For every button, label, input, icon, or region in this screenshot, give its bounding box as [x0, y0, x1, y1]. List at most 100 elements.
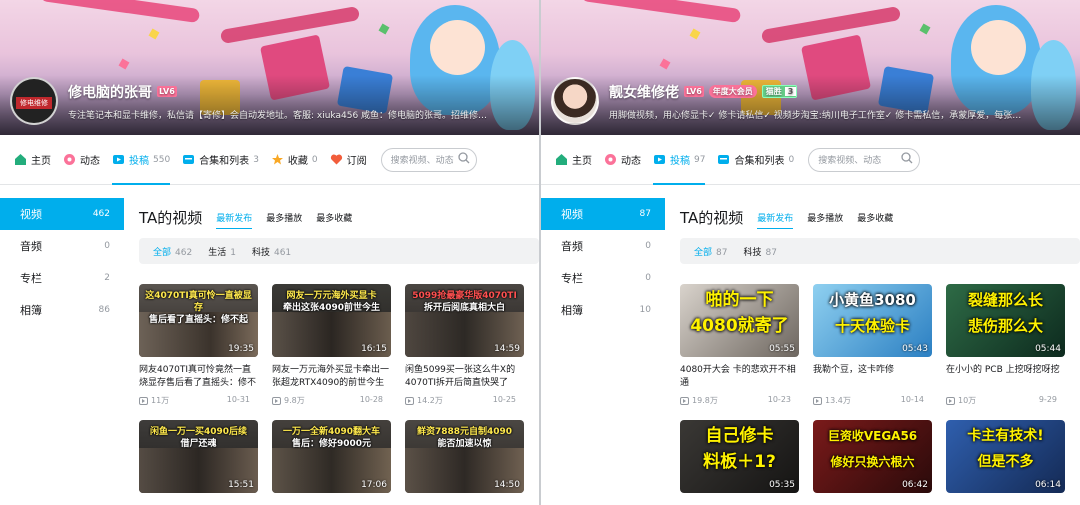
vip-badge: 年度大会员 — [708, 85, 757, 98]
tab-favorites[interactable]: 收藏 0 — [271, 135, 318, 185]
tab-uploads[interactable]: 投稿 550 — [112, 135, 171, 185]
left-main: TA的视频 最新发布 最多播放 最多收藏 全部 462 生活 1 科技 461 这40 — [124, 198, 539, 505]
tab-home[interactable]: 主页 — [14, 135, 51, 185]
home-icon — [14, 153, 27, 166]
filter-all[interactable]: 全部 462 — [153, 245, 192, 258]
category-filter: 全部 87 科技 87 — [680, 238, 1080, 264]
tab-collections[interactable]: 合集和列表 3 — [182, 135, 259, 185]
video-card[interactable]: 闲鱼一万一买4090后续 借尸还魂 15:51 — [139, 420, 258, 493]
video-card[interactable]: 鲜资7888元自制4090 能否加速以惊 14:50 — [405, 420, 524, 493]
left-nav-bar: 主页 动态 投稿 550 合集和列表 3 收藏 0 订阅 搜索视频、动态 — [0, 135, 539, 185]
duration: 05:35 — [769, 480, 795, 490]
star-icon — [271, 153, 284, 166]
video-thumbnail[interactable]: 裂缝那么长 悲伤那么大 05:44 — [946, 284, 1065, 357]
filter-life[interactable]: 生活 1 — [208, 245, 236, 258]
video-thumbnail[interactable]: 这4070TI真可怜一直被显存 售后看了直摇头：修不起 19:35 — [139, 284, 258, 357]
sidebar-item-article[interactable]: 专栏 0 — [541, 262, 665, 294]
video-title[interactable]: 网友一万元海外买显卡牵出一张超龙RTX4090的前世今生 — [272, 364, 391, 390]
user-name[interactable]: 靓女维修佬 — [609, 82, 679, 102]
duration: 16:15 — [361, 344, 387, 354]
video-card[interactable]: 5099抢最豪华版4070TI 拆开后阅底真相大白 14:59 闲鱼5099买一张… — [405, 284, 524, 406]
search-input[interactable]: 搜索视频、动态 — [380, 147, 477, 172]
video-title[interactable]: 在小小的 PCB 上挖呀挖呀挖 — [946, 364, 1065, 390]
sidebar-item-album[interactable]: 相簿 86 — [0, 294, 124, 326]
filter-tech[interactable]: 科技 87 — [743, 245, 776, 258]
video-title[interactable]: 我勒个豆，这卡咋修 — [813, 364, 932, 390]
duration: 06:42 — [902, 480, 928, 490]
sidebar-item-album[interactable]: 相簿 10 — [541, 294, 665, 326]
avatar[interactable] — [551, 77, 599, 125]
duration: 15:51 — [228, 480, 254, 490]
filter-tech[interactable]: 科技 461 — [252, 245, 291, 258]
video-thumbnail[interactable]: 5099抢最豪华版4070TI 拆开后阅底真相大白 14:59 — [405, 284, 524, 357]
duration: 17:06 — [361, 480, 387, 490]
sort-most-favorited[interactable]: 最多收藏 — [316, 211, 352, 224]
sort-newest[interactable]: 最新发布 — [757, 211, 794, 229]
video-card[interactable]: 啪的一下 4080就寄了 05:55 4080开大会 卡的悲欢开不相通 19.8… — [680, 284, 799, 406]
search-icon[interactable] — [901, 152, 913, 167]
video-thumbnail[interactable]: 巨资收VEGA56 修好只换六根六 06:42 — [813, 420, 932, 493]
sort-most-played[interactable]: 最多播放 — [807, 211, 843, 224]
video-thumbnail[interactable]: 自己修卡 料板＋1? 05:35 — [680, 420, 799, 493]
sort-most-played[interactable]: 最多播放 — [266, 211, 302, 224]
play-count-icon — [139, 396, 148, 405]
filter-all[interactable]: 全部 87 — [694, 245, 727, 258]
video-icon — [653, 153, 666, 166]
sidebar-item-article[interactable]: 专栏 2 — [0, 262, 124, 294]
search-input[interactable]: 搜索视频、动态 — [808, 147, 921, 172]
video-thumbnail[interactable]: 啪的一下 4080就寄了 05:55 — [680, 284, 799, 357]
search-icon[interactable] — [458, 152, 470, 167]
tab-home[interactable]: 主页 — [555, 135, 592, 185]
tab-collections[interactable]: 合集和列表 0 — [717, 135, 794, 185]
play-count-icon — [813, 396, 822, 405]
collection-icon — [182, 153, 195, 166]
right-banner: 靓女维修佬 LV6 年度大会员 猫胜 3 用脚做视频，用心修显卡✓ 修卡请私信✓ … — [541, 0, 1080, 135]
video-title[interactable]: 网友4070TI真可怜竟然一直烧显存售后看了直摇头：修不起 — [139, 364, 258, 390]
video-card[interactable]: 自己修卡 料板＋1? 05:35 — [680, 420, 799, 493]
user-sign: 用脚做视频，用心修显卡✓ 修卡请私信✓ 视频步淘宝:纳川电子工作室✓ 修卡需私信… — [609, 110, 1029, 121]
left-space-page: 修电维修 修电脑的张哥 LV6 专注笔记本和显卡维修，私信请【寄修】会自动发地址… — [0, 0, 539, 505]
video-card[interactable]: 这4070TI真可怜一直被显存 售后看了直摇头：修不起 19:35 网友4070T… — [139, 284, 258, 406]
video-title[interactable]: 4080开大会 卡的悲欢开不相通 — [680, 364, 799, 390]
video-title[interactable]: 闲鱼5099买一张这么牛X的4070TI拆开后简直快哭了 — [405, 364, 524, 390]
tab-dynamic[interactable]: 动态 — [604, 135, 641, 185]
sidebar-item-video[interactable]: 视频 87 — [541, 198, 665, 230]
fan-medal[interactable]: 猫胜 3 — [761, 85, 798, 98]
duration: 05:43 — [902, 344, 928, 354]
video-thumbnail[interactable]: 网友一万元海外买显卡 牵出这张4090前世今生 16:15 — [272, 284, 391, 357]
sort-most-favorited[interactable]: 最多收藏 — [857, 211, 893, 224]
home-icon — [555, 153, 568, 166]
right-sidebar: 视频 87 音频 0 专栏 0 相簿 10 — [541, 198, 665, 505]
video-card[interactable]: 巨资收VEGA56 修好只换六根六 06:42 — [813, 420, 932, 493]
tab-uploads[interactable]: 投稿 97 — [653, 135, 706, 185]
video-card[interactable]: 网友一万元海外买显卡 牵出这张4090前世今生 16:15 网友一万元海外买显卡牵… — [272, 284, 391, 406]
duration: 05:55 — [769, 344, 795, 354]
tab-dynamic[interactable]: 动态 — [63, 135, 100, 185]
video-thumbnail[interactable]: 卡主有技术! 但是不多 06:14 — [946, 420, 1065, 493]
level-badge: LV6 — [684, 86, 704, 97]
user-sign: 专注笔记本和显卡维修，私信请【寄修】会自动发地址。客服: xiuka456 咸鱼… — [68, 110, 488, 121]
section-title: TA的视频 — [680, 208, 744, 227]
video-thumbnail[interactable]: 一万一全新4090翻大车 售后：修好9000元 17:06 — [272, 420, 391, 493]
right-content: 视频 87 音频 0 专栏 0 相簿 10 TA的视频 最新发布 最多播放 最多收藏 全… — [541, 198, 1080, 505]
duration: 14:59 — [494, 344, 520, 354]
video-thumbnail[interactable]: 闲鱼一万一买4090后续 借尸还魂 15:51 — [139, 420, 258, 493]
sidebar-item-audio[interactable]: 音频 0 — [0, 230, 124, 262]
avatar[interactable]: 修电维修 — [10, 77, 58, 125]
user-name[interactable]: 修电脑的张哥 — [68, 82, 152, 102]
duration: 19:35 — [228, 344, 254, 354]
sort-newest[interactable]: 最新发布 — [216, 211, 253, 229]
video-card[interactable]: 一万一全新4090翻大车 售后：修好9000元 17:06 — [272, 420, 391, 493]
video-card[interactable]: 裂缝那么长 悲伤那么大 05:44 在小小的 PCB 上挖呀挖呀挖 10万 9-2… — [946, 284, 1065, 406]
sidebar-item-video[interactable]: 视频 462 — [0, 198, 124, 230]
video-thumbnail[interactable]: 鲜资7888元自制4090 能否加速以惊 14:50 — [405, 420, 524, 493]
video-card[interactable]: 卡主有技术! 但是不多 06:14 — [946, 420, 1065, 493]
left-content: 视频 462 音频 0 专栏 2 相簿 86 TA的视频 最新发布 最多播放 最多收藏 … — [0, 198, 539, 505]
video-grid: 这4070TI真可怜一直被显存 售后看了直摇头：修不起 19:35 网友4070T… — [139, 284, 539, 493]
video-icon — [112, 153, 125, 166]
video-card[interactable]: 小黄鱼3080 十天体验卡 05:43 我勒个豆，这卡咋修 13.4万 10-14 — [813, 284, 932, 406]
video-thumbnail[interactable]: 小黄鱼3080 十天体验卡 05:43 — [813, 284, 932, 357]
dynamic-icon — [604, 153, 617, 166]
tab-subscribe[interactable]: 订阅 — [330, 135, 367, 185]
sidebar-item-audio[interactable]: 音频 0 — [541, 230, 665, 262]
